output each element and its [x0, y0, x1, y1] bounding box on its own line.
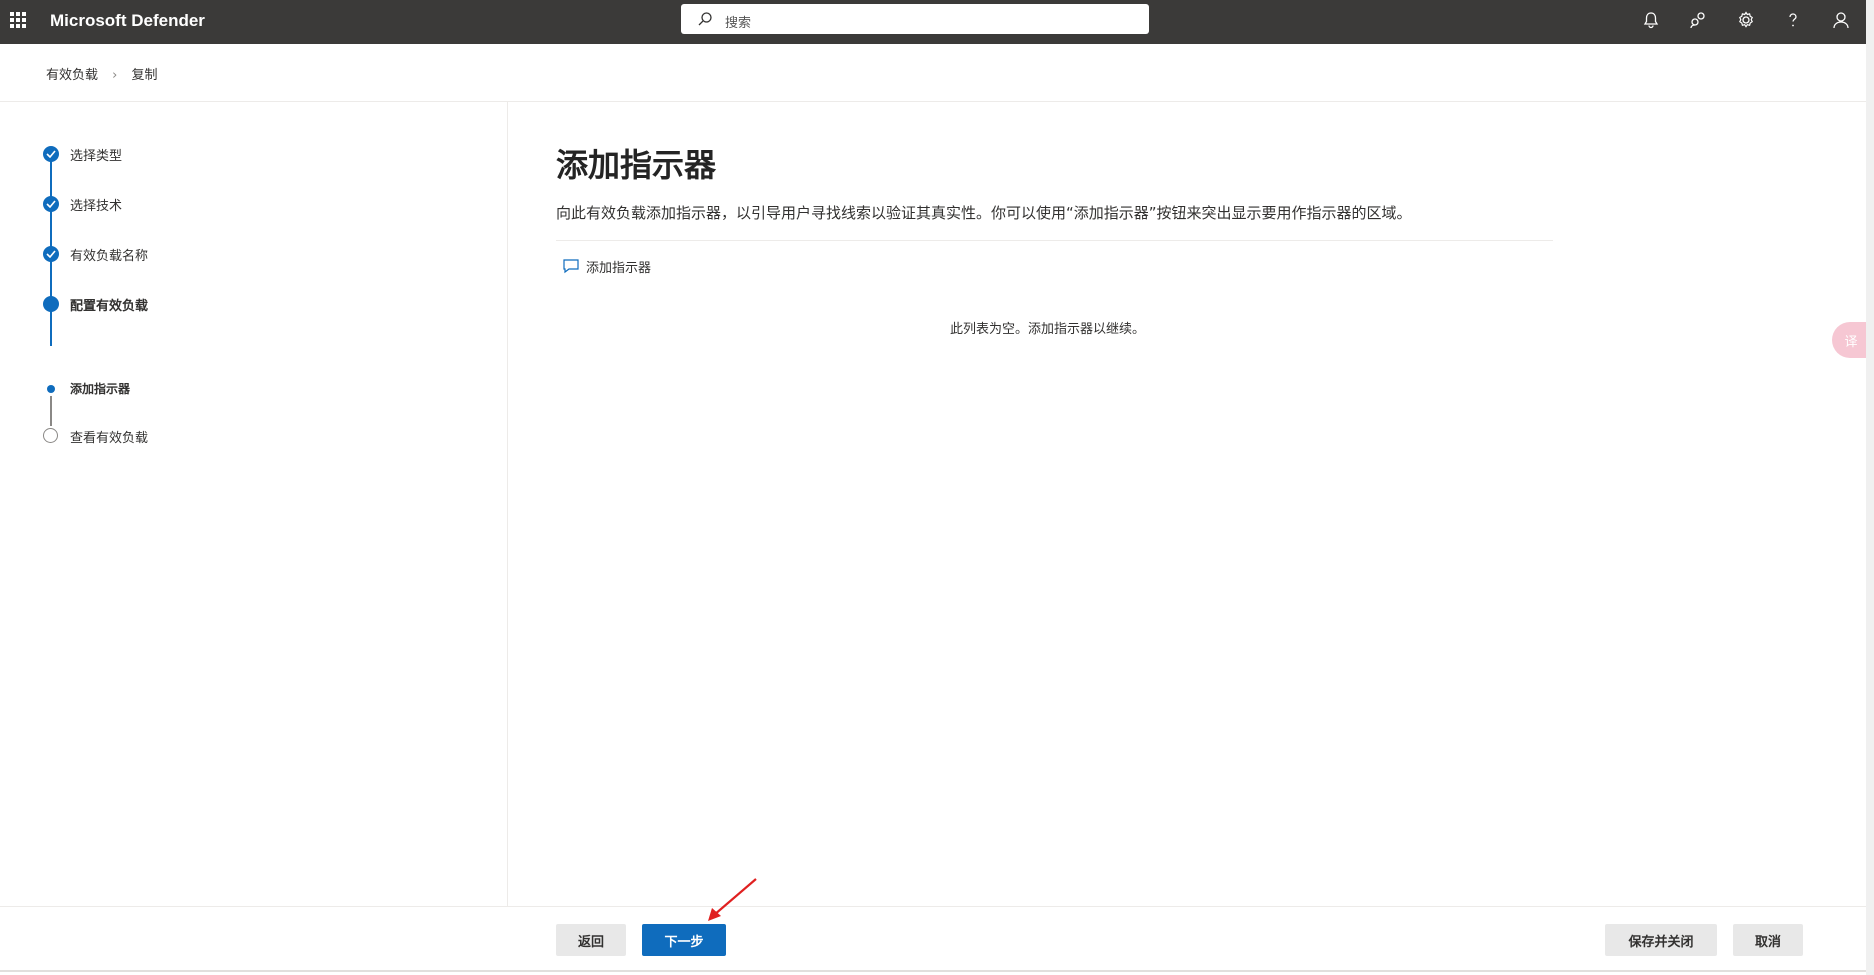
step-current-icon — [43, 296, 59, 312]
wizard-steps-panel: 选择类型 选择技术 有效负载名称 配置有效负载 添加指示器 查看有效负载 — [0, 102, 508, 906]
account-icon[interactable] — [1831, 10, 1851, 30]
next-button[interactable]: 下一步 — [642, 924, 726, 956]
step-complete-icon — [43, 246, 59, 262]
breadcrumb-item-payloads[interactable]: 有效负载 — [46, 68, 98, 83]
substep-current-icon — [47, 385, 55, 393]
community-icon[interactable] — [1688, 10, 1708, 30]
app-launcher-icon[interactable] — [10, 12, 26, 28]
translate-icon[interactable]: 译 — [1832, 322, 1870, 358]
step-connector — [50, 310, 52, 346]
search-box[interactable]: 搜索 — [681, 4, 1149, 34]
app-title[interactable]: Microsoft Defender — [50, 11, 205, 31]
annotation-arrow-icon — [708, 878, 757, 921]
step-pending-icon — [43, 428, 58, 443]
step-select-type[interactable]: 选择类型 — [70, 145, 122, 164]
gear-icon[interactable] — [1736, 10, 1756, 30]
chevron-right-icon: › — [112, 68, 118, 83]
page-title: 添加指示器 — [556, 146, 717, 184]
cancel-button[interactable]: 取消 — [1733, 924, 1803, 956]
empty-list-message: 此列表为空。添加指示器以继续。 — [950, 322, 1146, 337]
footer-divider — [0, 906, 1866, 907]
substep-add-indicators[interactable]: 添加指示器 — [70, 380, 130, 397]
step-configure-payload[interactable]: 配置有效负载 — [70, 295, 148, 314]
scrollbar[interactable] — [1866, 0, 1874, 975]
step-connector — [50, 396, 52, 426]
page-bottom-edge — [0, 970, 1866, 972]
back-button[interactable]: 返回 — [556, 924, 626, 956]
main-content: 添加指示器 向此有效负载添加指示器，以引导用户寻找线索以验证其真实性。你可以使用… — [556, 140, 1556, 222]
bell-icon[interactable] — [1641, 10, 1661, 30]
breadcrumb: 有效负载 › 复制 — [46, 64, 158, 83]
help-icon[interactable] — [1783, 10, 1803, 30]
step-complete-icon — [43, 146, 59, 162]
step-review-payload[interactable]: 查看有效负载 — [70, 427, 148, 446]
search-icon — [698, 12, 712, 26]
step-select-technique[interactable]: 选择技术 — [70, 195, 122, 214]
content-divider — [556, 240, 1553, 241]
add-indicator-button[interactable]: 添加指示器 — [562, 254, 651, 278]
breadcrumb-item-current: 复制 — [131, 68, 158, 83]
page-description: 向此有效负载添加指示器，以引导用户寻找线索以验证其真实性。你可以使用“添加指示器… — [556, 204, 1412, 222]
save-close-button[interactable]: 保存并关闭 — [1605, 924, 1717, 956]
top-bar: Microsoft Defender 搜索 — [0, 0, 1866, 44]
comment-icon — [563, 259, 579, 274]
step-payload-name[interactable]: 有效负载名称 — [70, 245, 148, 264]
add-indicator-label: 添加指示器 — [586, 260, 652, 276]
search-input[interactable]: 搜索 — [725, 12, 751, 31]
step-complete-icon — [43, 196, 59, 212]
